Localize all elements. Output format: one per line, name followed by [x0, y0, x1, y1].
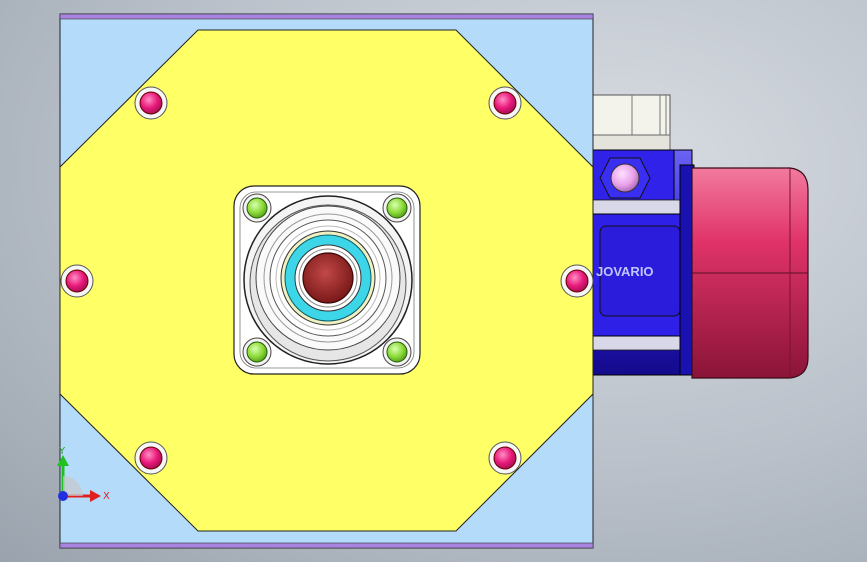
bearing-flange[interactable] — [233, 185, 421, 375]
y-axis-label: Y — [58, 446, 66, 457]
cable-gland-icon — [610, 163, 640, 193]
plate-edge-top — [59, 13, 594, 20]
flange-bolt-icon[interactable] — [382, 193, 412, 223]
bolt-icon[interactable] — [60, 264, 94, 298]
cad-viewport[interactable]: JOVARIO Y X — [0, 0, 867, 562]
bolt-icon[interactable] — [134, 441, 168, 475]
bolt-icon[interactable] — [560, 264, 594, 298]
bolt-icon[interactable] — [488, 86, 522, 120]
flange-bolt-icon[interactable] — [242, 337, 272, 367]
flange-bolt-icon[interactable] — [382, 337, 412, 367]
z-axis-dot — [58, 491, 68, 501]
plate-edge-bottom — [59, 542, 594, 549]
motor-assembly[interactable]: JOVARIO — [591, 94, 809, 379]
x-axis-label: X — [103, 491, 110, 502]
motor-brand-label: JOVARIO — [596, 264, 654, 279]
output-shaft[interactable] — [302, 252, 354, 304]
bolt-icon[interactable] — [134, 86, 168, 120]
flange-bolt-icon[interactable] — [242, 193, 272, 223]
bolt-icon[interactable] — [488, 441, 522, 475]
